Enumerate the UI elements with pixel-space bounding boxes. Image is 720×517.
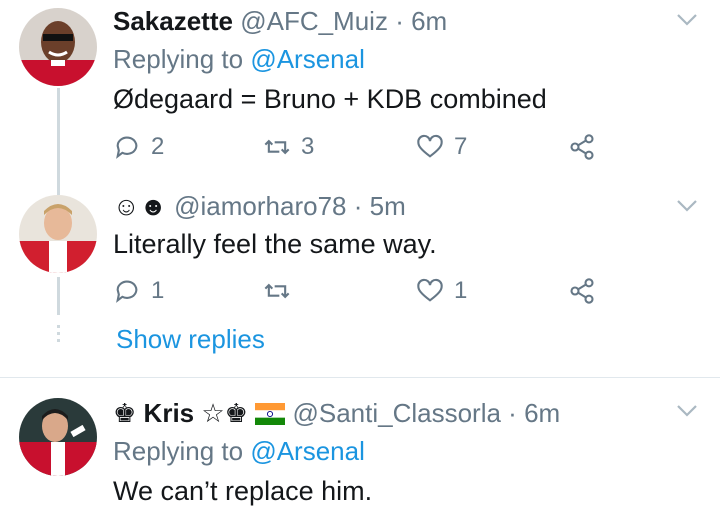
tweet-text: Ødegaard = Bruno + KDB combined — [113, 84, 547, 114]
display-name[interactable]: ☺☻ — [113, 191, 167, 221]
reply-count: 2 — [151, 133, 165, 160]
reply-icon — [116, 280, 138, 303]
share-button[interactable] — [568, 274, 596, 308]
tweet-3[interactable]: ♚ Kris ☆♚ @Santi_Classorla · 6m Replying… — [0, 378, 720, 517]
like-count: 7 — [454, 133, 468, 160]
like-button[interactable]: 7 — [416, 130, 467, 164]
show-replies-link[interactable]: Show replies — [116, 324, 265, 355]
retweet-icon — [264, 283, 290, 299]
share-icon — [570, 278, 594, 304]
tweet-actions: 2 3 7 — [113, 130, 603, 164]
like-count: 1 — [454, 277, 468, 304]
reply-icon — [116, 136, 138, 159]
display-name[interactable]: Sakazette — [113, 6, 233, 36]
caret-down-icon[interactable] — [676, 199, 698, 213]
timestamp[interactable]: 6m — [411, 6, 447, 36]
handle[interactable]: @iamorharo78 — [174, 191, 346, 221]
timestamp[interactable]: 6m — [524, 398, 560, 428]
thread-line — [57, 277, 60, 315]
avatar[interactable] — [19, 8, 97, 86]
avatar[interactable] — [19, 195, 97, 273]
thread-line — [57, 185, 60, 195]
retweet-button[interactable] — [263, 274, 301, 308]
tweet-2[interactable]: ☺☻ @iamorharo78 · 5m Literally feel the … — [0, 185, 720, 377]
caret-down-icon[interactable] — [676, 404, 698, 418]
name-suffix-icons: ☆♚ — [201, 398, 248, 428]
caret-down-icon[interactable] — [676, 13, 698, 27]
handle[interactable]: @AFC_Muiz — [240, 6, 388, 36]
tweet-header: ☺☻ @iamorharo78 · 5m — [113, 190, 406, 222]
tweet-header: ♚ Kris ☆♚ @Santi_Classorla · 6m — [113, 397, 560, 429]
retweet-icon — [264, 139, 290, 155]
retweet-button[interactable]: 3 — [263, 130, 314, 164]
tweet-text: We can’t replace him. — [113, 476, 373, 506]
handle[interactable]: @Santi_Classorla — [292, 398, 500, 428]
like-icon — [417, 278, 443, 302]
india-flag-icon — [255, 403, 286, 425]
reply-button[interactable]: 1 — [113, 274, 164, 308]
separator: · — [353, 191, 363, 221]
replying-to: Replying to @Arsenal — [113, 43, 365, 75]
tweet-actions: 1 1 — [113, 274, 603, 308]
timestamp[interactable]: 5m — [370, 191, 406, 221]
mention-link[interactable]: @Arsenal — [250, 436, 365, 466]
separator: · — [395, 6, 404, 36]
tweet-text: Literally feel the same way. — [113, 229, 437, 259]
thread-line — [57, 88, 60, 185]
display-name[interactable]: Kris — [144, 398, 195, 428]
tweet-1[interactable]: Sakazette @AFC_Muiz · 6m Replying to @Ar… — [0, 0, 720, 185]
like-icon — [417, 134, 443, 158]
avatar[interactable] — [19, 398, 97, 476]
thread-more-indicator — [57, 325, 60, 346]
replying-prefix: Replying to — [113, 436, 244, 466]
retweet-count: 3 — [301, 133, 315, 160]
share-button[interactable] — [568, 130, 596, 164]
share-icon — [570, 134, 594, 160]
like-button[interactable]: 1 — [416, 274, 467, 308]
mention-link[interactable]: @Arsenal — [250, 44, 365, 74]
name-prefix-icon: ♚ — [113, 398, 137, 428]
replying-to: Replying to @Arsenal — [113, 435, 365, 467]
replying-prefix: Replying to — [113, 44, 244, 74]
tweet-header: Sakazette @AFC_Muiz · 6m — [113, 5, 447, 37]
reply-button[interactable]: 2 — [113, 130, 164, 164]
reply-count: 1 — [151, 277, 165, 304]
separator: · — [508, 398, 517, 428]
